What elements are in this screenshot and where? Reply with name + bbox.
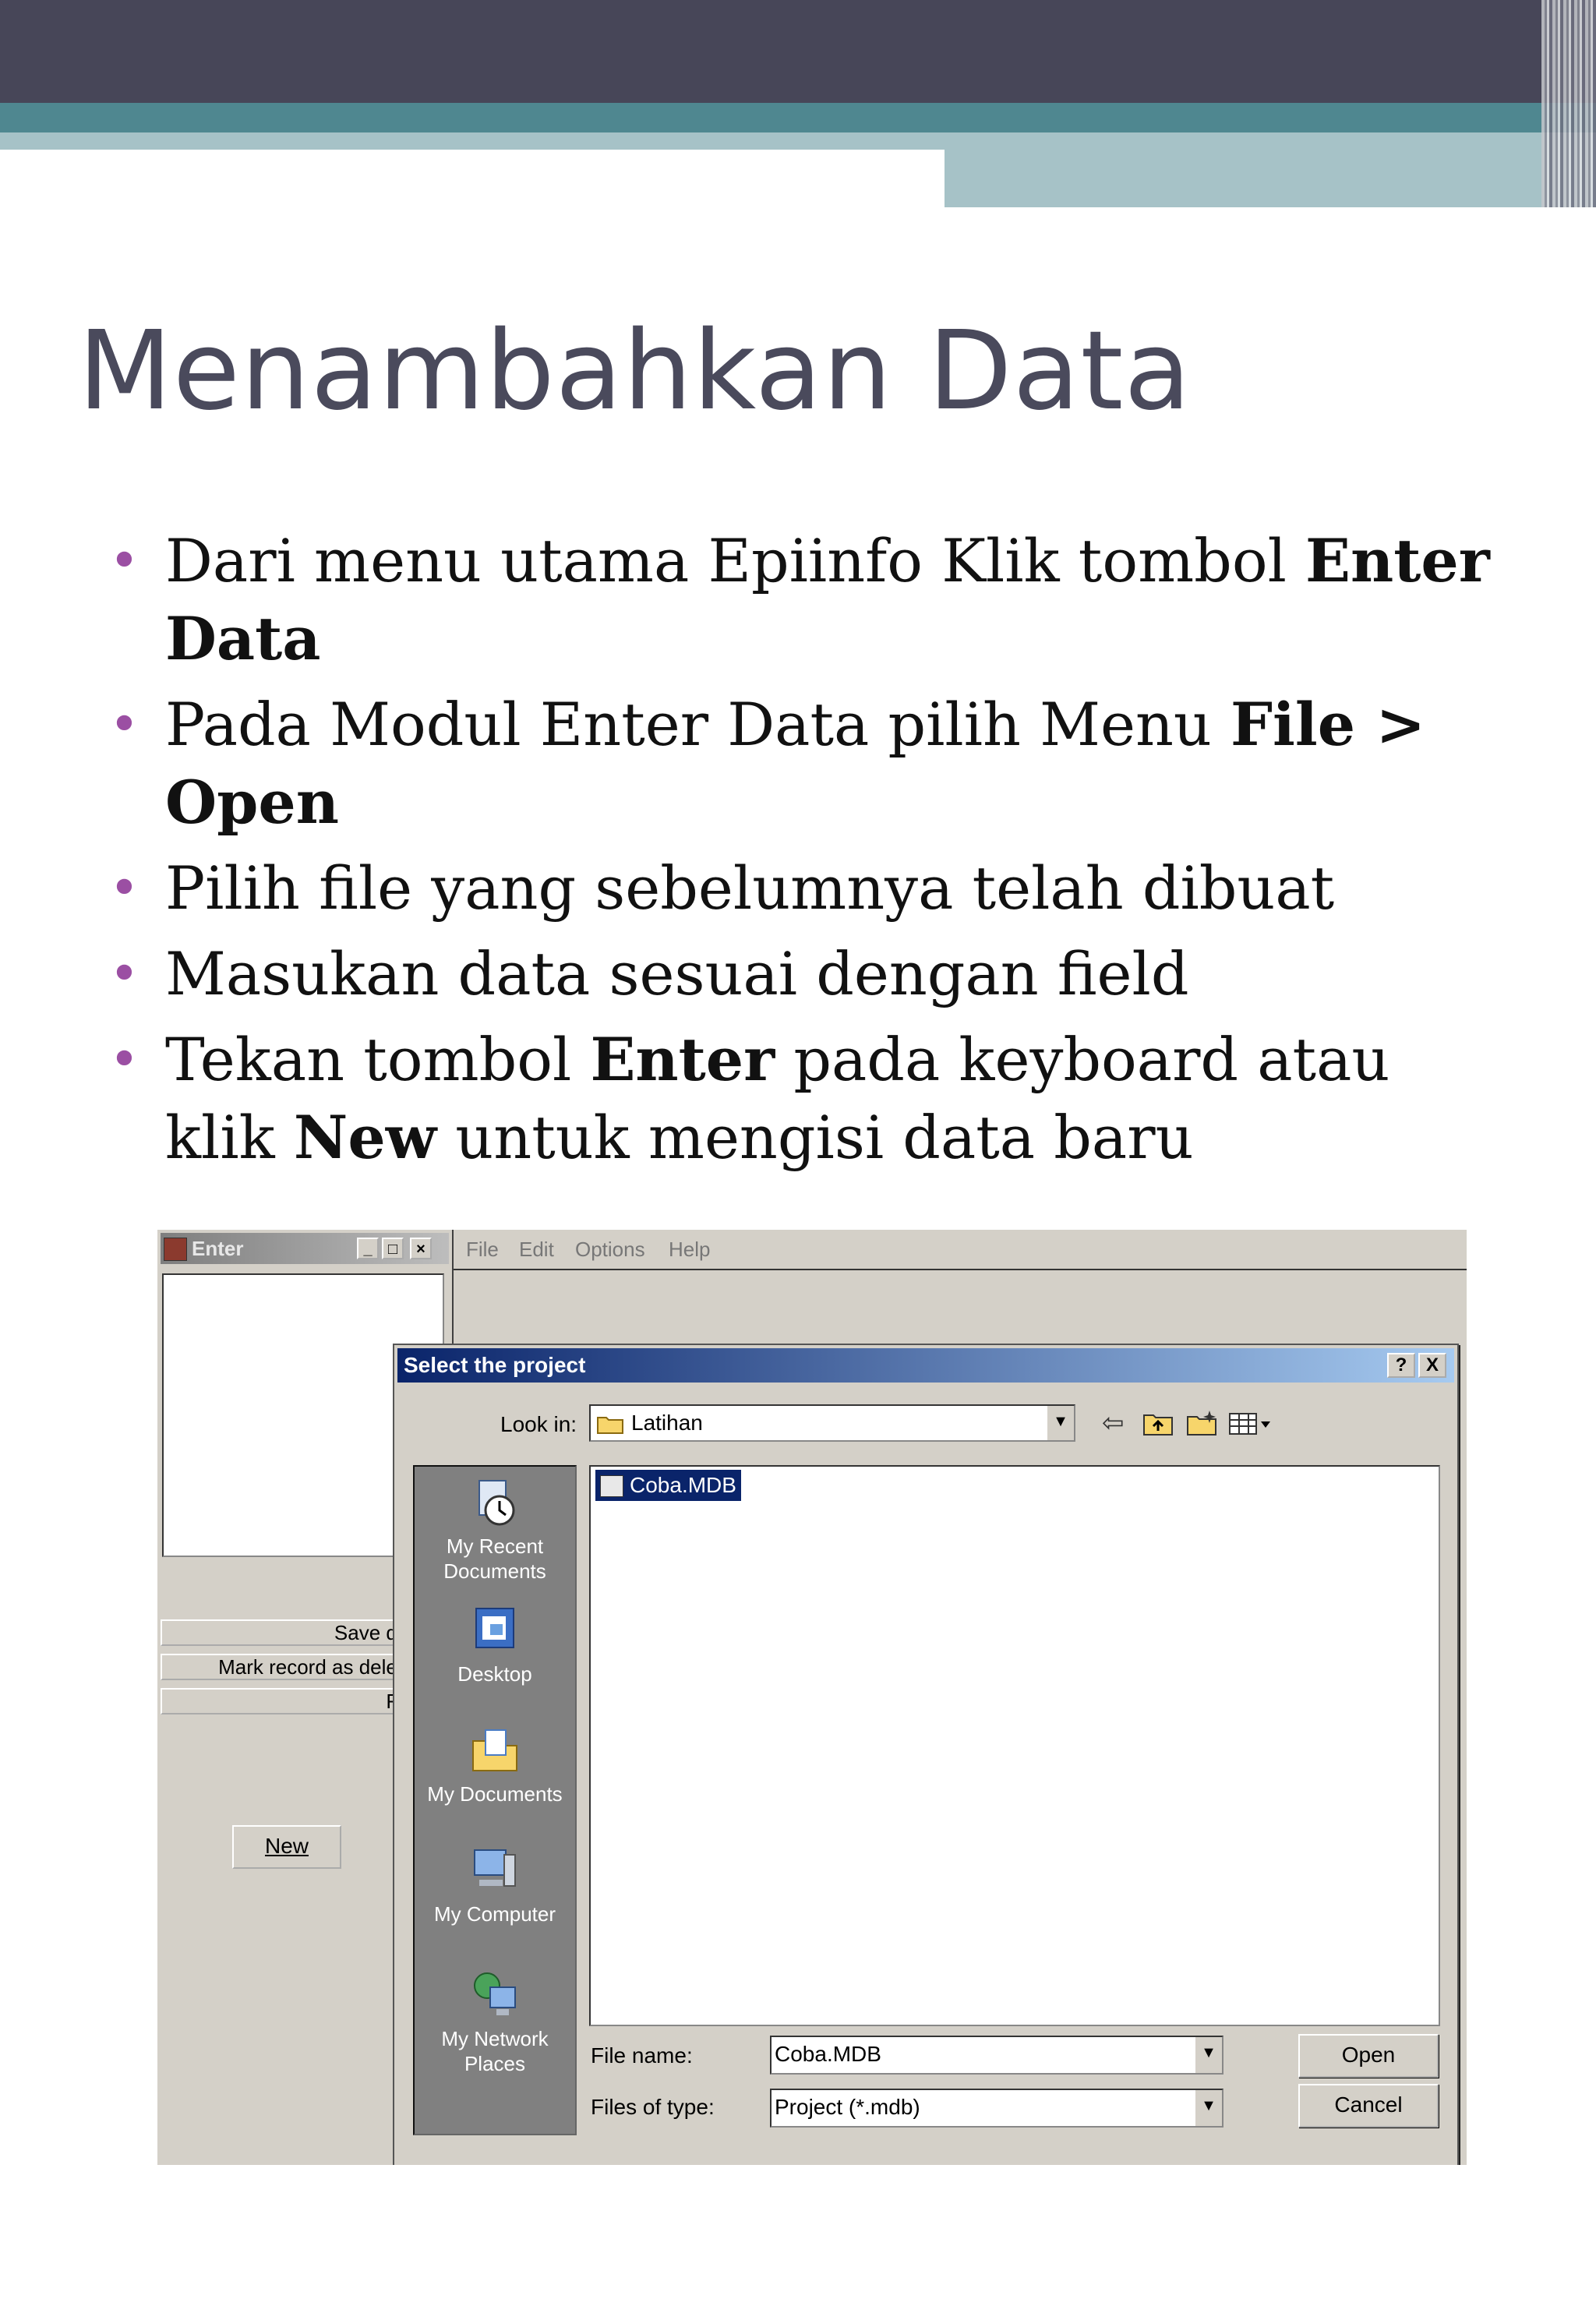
bullet-marker: •	[109, 944, 139, 1004]
menu-help[interactable]: Help	[669, 1238, 710, 1262]
menu-options[interactable]: Options	[575, 1238, 645, 1262]
look-in-value: Latihan	[631, 1411, 703, 1435]
bullet-item: • Dari menu utama Epiinfo Klik tombol Ent…	[109, 522, 1496, 678]
app-icon	[164, 1238, 187, 1261]
place-my-documents[interactable]: My Documents	[415, 1724, 575, 1806]
folder-icon	[597, 1417, 623, 1434]
bullet-text: Tekan tombol	[165, 1025, 591, 1094]
screenshot: Enter _ □ × Save data Mark record as del…	[157, 1230, 1467, 2165]
enter-titlebar: Enter _ □ ×	[161, 1233, 449, 1264]
file-type-value: Project (*.mdb)	[775, 2095, 920, 2119]
file-item[interactable]: Coba.MDB	[595, 1470, 741, 1501]
enter-window-title: Enter	[192, 1237, 244, 1260]
maximize-button[interactable]: □	[382, 1238, 404, 1259]
bullet-text: Enter	[590, 1025, 775, 1094]
menu-edit[interactable]: Edit	[519, 1238, 554, 1262]
bullet-marker: •	[109, 1029, 139, 1089]
bullet-item: • Tekan tombol Enter pada keyboard atau k…	[109, 1021, 1496, 1177]
file-name-value: Coba.MDB	[775, 2042, 881, 2066]
place-label: My Recent Documents	[443, 1534, 546, 1583]
new-folder-icon[interactable]	[1186, 1409, 1217, 1437]
look-in-select[interactable]: Latihan ▼	[589, 1404, 1075, 1442]
open-button[interactable]: Open	[1298, 2034, 1439, 2078]
bullet-list: • Dari menu utama Epiinfo Klik tombol Ent…	[109, 522, 1496, 1185]
places-bar: My Recent Documents Desktop My Documents…	[413, 1465, 577, 2135]
database-file-icon	[600, 1475, 623, 1497]
slide-title: Menambahkan Data	[78, 308, 1192, 435]
file-name-label: File name:	[591, 2043, 693, 2068]
header-light-block	[945, 132, 1596, 207]
place-network-places[interactable]: My Network Places	[415, 1969, 575, 2076]
help-button[interactable]: ?	[1387, 1353, 1415, 1378]
bullet-item: • Pada Modul Enter Data pilih Menu File >…	[109, 686, 1496, 842]
header-accent-band	[0, 103, 1596, 132]
look-in-label: Look in:	[500, 1412, 577, 1436]
bullet-marker: •	[109, 858, 139, 918]
file-list: Coba.MDB	[589, 1465, 1440, 2026]
my-computer-icon	[474, 1849, 516, 1887]
file-name: Coba.MDB	[630, 1473, 736, 1497]
dialog-title: Select the project	[404, 1353, 586, 1377]
header-band	[0, 0, 1596, 103]
dialog-titlebar: Select the project ? X	[397, 1348, 1454, 1383]
bullet-text: untuk mengisi data baru	[436, 1103, 1194, 1172]
bullet-marker: •	[109, 531, 139, 591]
dialog-close-button[interactable]: X	[1418, 1353, 1446, 1378]
network-places-icon	[474, 1972, 516, 2015]
place-desktop[interactable]: Desktop	[415, 1604, 575, 1686]
place-label: Desktop	[457, 1662, 532, 1686]
open-dialog: Select the project ? X Look in: Latihan …	[393, 1344, 1459, 2165]
place-label: My Network Places	[441, 2027, 549, 2075]
chevron-down-icon[interactable]: ▼	[1194, 2037, 1222, 2073]
back-icon[interactable]: ⇦	[1102, 1407, 1125, 1439]
header-stripes	[1541, 0, 1596, 207]
place-recent-documents[interactable]: My Recent Documents	[415, 1476, 575, 1584]
bullet-text: Pada Modul Enter Data pilih Menu	[165, 690, 1231, 759]
minimize-button[interactable]: _	[357, 1238, 379, 1259]
place-my-computer[interactable]: My Computer	[415, 1844, 575, 1926]
place-label: My Computer	[433, 1902, 556, 1926]
menu-file[interactable]: File	[466, 1238, 499, 1262]
new-button[interactable]: New	[232, 1825, 341, 1869]
bullet-text: Masukan data sesuai dengan field	[165, 939, 1189, 1008]
bullet-marker: •	[109, 694, 139, 754]
chevron-down-icon[interactable]: ▼	[1194, 2090, 1222, 2126]
view-menu-icon[interactable]	[1228, 1411, 1273, 1437]
place-label: My Documents	[427, 1782, 563, 1806]
my-documents-icon	[472, 1729, 517, 1771]
file-type-select[interactable]: Project (*.mdb) ▼	[770, 2089, 1223, 2128]
file-type-label: Files of type:	[591, 2095, 715, 2119]
up-folder-icon[interactable]	[1142, 1411, 1174, 1437]
cancel-button[interactable]: Cancel	[1298, 2084, 1439, 2128]
close-button[interactable]: ×	[410, 1238, 432, 1259]
header-light-strip	[0, 132, 945, 150]
recent-documents-icon	[478, 1480, 515, 1526]
desktop-icon	[475, 1608, 514, 1648]
bullet-item: • Masukan data sesuai dengan field	[109, 935, 1496, 1013]
menu-bar: File Edit Options Help	[454, 1230, 1467, 1270]
bullet-text: Dari menu utama Epiinfo Klik tombol	[165, 526, 1306, 595]
chevron-down-icon[interactable]: ▼	[1046, 1406, 1074, 1440]
file-name-input[interactable]: Coba.MDB ▼	[770, 2036, 1223, 2075]
bullet-text: New	[293, 1103, 437, 1172]
bullet-text: Pilih file yang sebelumnya telah dibuat	[165, 853, 1335, 923]
bullet-item: • Pilih file yang sebelumnya telah dibuat	[109, 849, 1496, 927]
